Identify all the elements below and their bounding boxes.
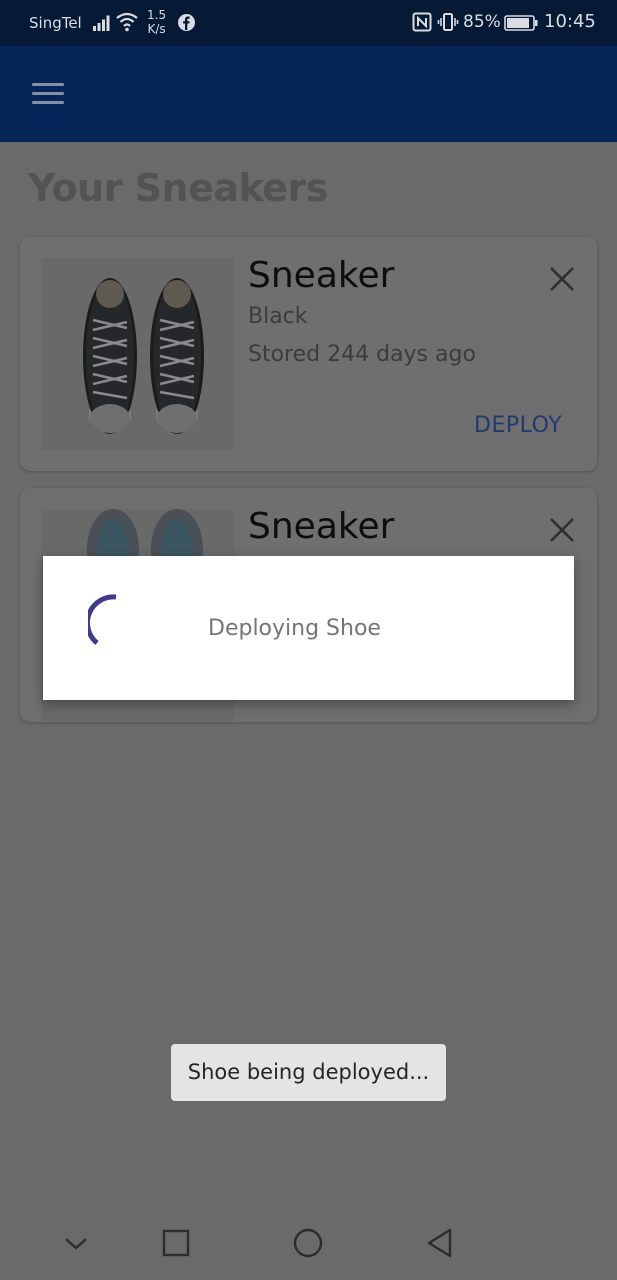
battery-icon: [504, 15, 538, 31]
nfc-icon: [412, 12, 432, 32]
network-speed: 1.5 K/s: [147, 8, 166, 36]
sneaker-card: Sneaker Black Stored 244 days ago DEPLOY: [20, 237, 597, 471]
close-icon[interactable]: [548, 265, 576, 293]
toast-message: Shoe being deployed...: [187, 1060, 430, 1084]
hamburger-menu-icon[interactable]: [30, 81, 64, 107]
toast: Shoe being deployed...: [171, 1044, 446, 1101]
carrier-label: SingTel: [29, 14, 82, 32]
card-color: Black: [248, 304, 308, 329]
deploy-button[interactable]: DEPLOY: [474, 413, 562, 438]
status-bar: SingTel 1.5 K/s 85% 10:45: [0, 0, 617, 46]
app-bar: [0, 46, 617, 142]
facebook-icon: [178, 14, 195, 31]
speed-unit: K/s: [147, 22, 166, 36]
wifi-icon: [116, 12, 138, 32]
progress-dialog: Deploying Shoe: [43, 556, 574, 700]
page-title: Your Sneakers: [28, 166, 328, 210]
card-title: Sneaker: [248, 255, 395, 296]
signal-icon: [93, 15, 110, 31]
recents-icon[interactable]: [159, 1226, 193, 1260]
battery-percent: 85%: [463, 12, 501, 32]
home-icon[interactable]: [291, 1226, 325, 1260]
navigation-bar: [0, 1208, 617, 1280]
sneaker-image: [41, 258, 234, 450]
speed-value: 1.5: [147, 8, 167, 22]
clock: 10:45: [544, 11, 596, 32]
dialog-message: Deploying Shoe: [208, 616, 381, 641]
card-stored-time: Stored 244 days ago: [248, 342, 476, 367]
back-icon[interactable]: [423, 1226, 457, 1260]
card-title: Sneaker: [248, 506, 395, 547]
loading-spinner-icon: [88, 594, 117, 645]
vibrate-icon: [437, 13, 459, 31]
chevron-down-icon[interactable]: [59, 1226, 93, 1260]
close-icon[interactable]: [548, 516, 576, 544]
